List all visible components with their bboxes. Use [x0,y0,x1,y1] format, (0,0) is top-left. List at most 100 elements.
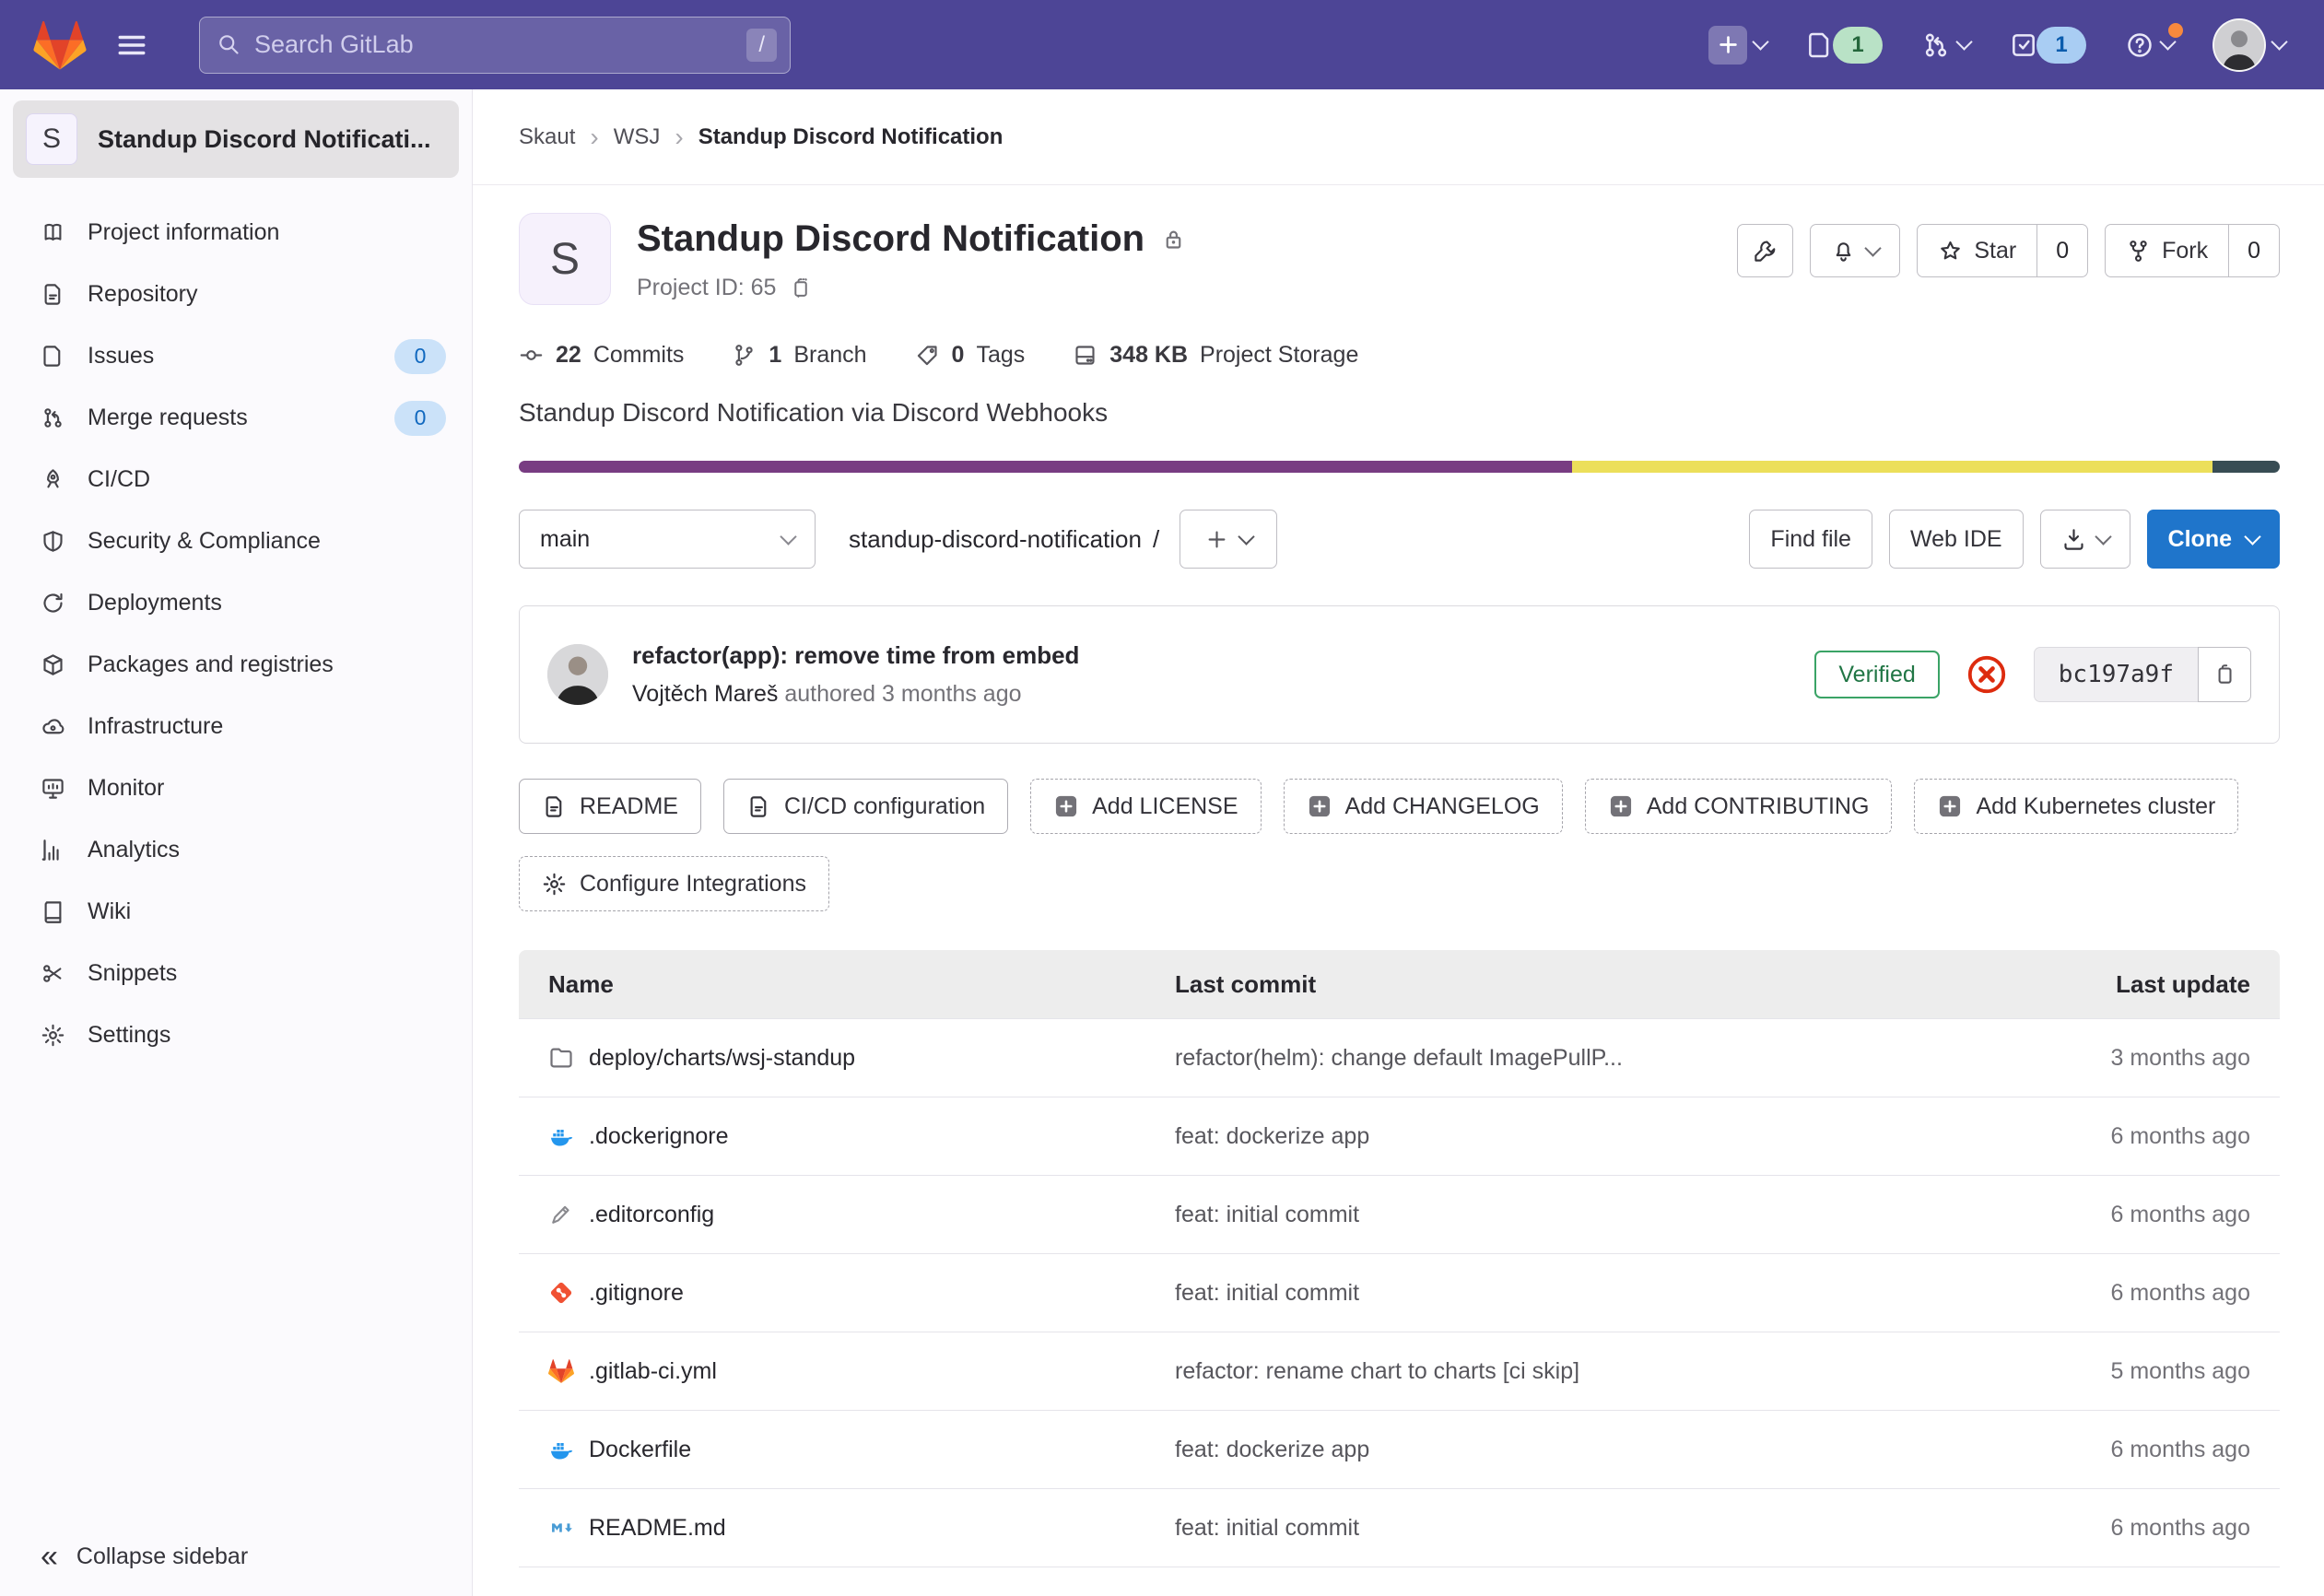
sidebar-item-packages-registries[interactable]: Packages and registries [0,634,472,696]
tag-icon [915,343,940,368]
editorconfig-icon [548,1202,574,1227]
row-commit-message[interactable]: feat: dockerize app [1175,1437,1946,1463]
sidebar-item-project-information[interactable]: Project information [0,202,472,264]
sidebar-item-analytics[interactable]: Analytics [0,819,472,881]
notifications-button[interactable] [1810,224,1900,277]
sidebar-item-repository[interactable]: Repository [0,264,472,325]
web-ide-button[interactable]: Web IDE [1889,510,2024,569]
copy-project-id-icon[interactable] [789,276,812,299]
column-last-update: Last update [1946,970,2250,999]
chevron-down-icon [1865,240,1882,256]
chart-icon [41,838,65,863]
cicd-configuration-button[interactable]: CI/CD configuration [723,779,1008,834]
chevron-down-icon [2095,528,2111,545]
add-kubernetes-cluster-button[interactable]: Add Kubernetes cluster [1914,779,2238,834]
fork-icon [2126,239,2151,264]
repo-path[interactable]: standup-discord-notification [849,525,1142,554]
sidebar-item-snippets[interactable]: Snippets [0,943,472,1004]
row-commit-message[interactable]: feat: initial commit [1175,1280,1946,1307]
row-last-update: 6 months ago [1946,1515,2250,1542]
notification-dot [2168,23,2183,38]
row-commit-message[interactable]: refactor(helm): change default ImagePull… [1175,1045,1946,1072]
storage-stat[interactable]: 348 KBProject Storage [1073,342,1358,369]
sidebar-item-infrastructure[interactable]: Infrastructure [0,696,472,757]
row-commit-message[interactable]: feat: dockerize app [1175,1123,1946,1150]
breadcrumb-subgroup[interactable]: WSJ [614,124,661,150]
download-button[interactable] [2040,510,2130,569]
commit-title[interactable]: refactor(app): remove time from embed [632,641,1079,670]
add-changelog-button[interactable]: Add CHANGELOG [1284,779,1563,834]
table-row: deploy/charts/wsj-standup refactor(helm)… [519,1018,2280,1097]
add-license-button[interactable]: Add LICENSE [1030,779,1261,834]
collapse-sidebar-button[interactable]: Collapse sidebar [0,1517,472,1596]
column-name[interactable]: Name [548,970,1175,999]
hamburger-menu-button[interactable] [111,24,153,66]
star-count[interactable]: 0 [2037,224,2088,277]
project-description: Standup Discord Notification via Discord… [519,398,2280,428]
search-shortcut-hint: / [746,29,777,62]
add-contributing-button[interactable]: Add CONTRIBUTING [1585,779,1893,834]
merge-requests-nav-button[interactable] [1916,25,1976,65]
configure-integrations-button[interactable]: Configure Integrations [519,856,829,911]
plus-square-icon [1053,793,1079,819]
fork-button-group: Fork 0 [2105,224,2280,277]
chevron-down-icon [2271,33,2287,50]
verified-badge[interactable]: Verified [1814,651,1939,698]
todos-nav-button[interactable]: 1 [2003,21,2092,69]
clone-button[interactable]: Clone [2147,510,2280,569]
markdown-icon [548,1515,574,1541]
issues-nav-button[interactable]: 1 [1800,21,1888,69]
gitlab-logo-icon[interactable] [33,20,87,70]
copy-commit-sha-button[interactable] [2198,647,2251,702]
commit-author[interactable]: Vojtěch Mareš [632,681,778,707]
commits-stat[interactable]: 22Commits [519,342,684,369]
chevron-down-icon [1238,528,1255,545]
search-box[interactable]: / [199,17,791,74]
help-menu-button[interactable] [2119,25,2179,65]
sidebar-item-wiki[interactable]: Wiki [0,881,472,943]
branch-selector[interactable]: main [519,510,816,569]
plus-icon [1708,26,1747,65]
breadcrumb-group[interactable]: Skaut [519,124,575,150]
branch-icon [732,343,757,368]
sidebar-project-title: Standup Discord Notificati... [98,125,431,154]
tags-stat[interactable]: 0Tags [915,342,1026,369]
sidebar-item-issues[interactable]: Issues 0 [0,325,472,387]
commit-author-avatar[interactable] [547,644,608,705]
branches-stat[interactable]: 1Branch [732,342,866,369]
new-menu-button[interactable] [1703,20,1772,70]
fork-label: Fork [2162,238,2208,264]
sidebar-item-cicd[interactable]: CI/CD [0,449,472,510]
sidebar-project-context[interactable]: S Standup Discord Notificati... [13,100,459,178]
sidebar-item-settings[interactable]: Settings [0,1004,472,1066]
package-icon [41,652,65,677]
chevron-down-icon [1752,33,1768,50]
star-button[interactable]: Star [1917,224,2037,277]
language-segment-2 [1572,461,2213,473]
search-icon [217,32,241,57]
sidebar-item-deployments[interactable]: Deployments [0,572,472,634]
admin-wrench-button[interactable] [1737,224,1793,277]
lock-icon [1161,227,1186,252]
row-commit-message[interactable]: feat: initial commit [1175,1515,1946,1542]
readme-button[interactable]: README [519,779,701,834]
commit-sha[interactable]: bc197a9f [2034,647,2198,702]
row-commit-message[interactable]: refactor: rename chart to charts [ci ski… [1175,1358,1946,1385]
sidebar-item-monitor[interactable]: Monitor [0,757,472,819]
sidebar-item-merge-requests[interactable]: Merge requests 0 [0,387,472,449]
fork-button[interactable]: Fork [2105,224,2229,277]
fork-count[interactable]: 0 [2229,224,2280,277]
pipeline-failed-icon[interactable] [1966,653,2008,696]
row-commit-message[interactable]: feat: initial commit [1175,1202,1946,1228]
sidebar-item-security-compliance[interactable]: Security & Compliance [0,510,472,572]
user-menu-button[interactable] [2207,13,2291,77]
row-last-update: 5 months ago [1946,1358,2250,1385]
find-file-button[interactable]: Find file [1749,510,1872,569]
breadcrumb-project[interactable]: Standup Discord Notification [698,124,1004,150]
cloud-gear-icon [41,714,65,739]
search-input[interactable] [254,30,734,59]
chevron-down-icon [2244,528,2260,545]
table-row: .editorconfig feat: initial commit 6 mon… [519,1175,2280,1253]
language-bar[interactable] [519,461,2280,473]
add-file-button[interactable] [1180,510,1277,569]
